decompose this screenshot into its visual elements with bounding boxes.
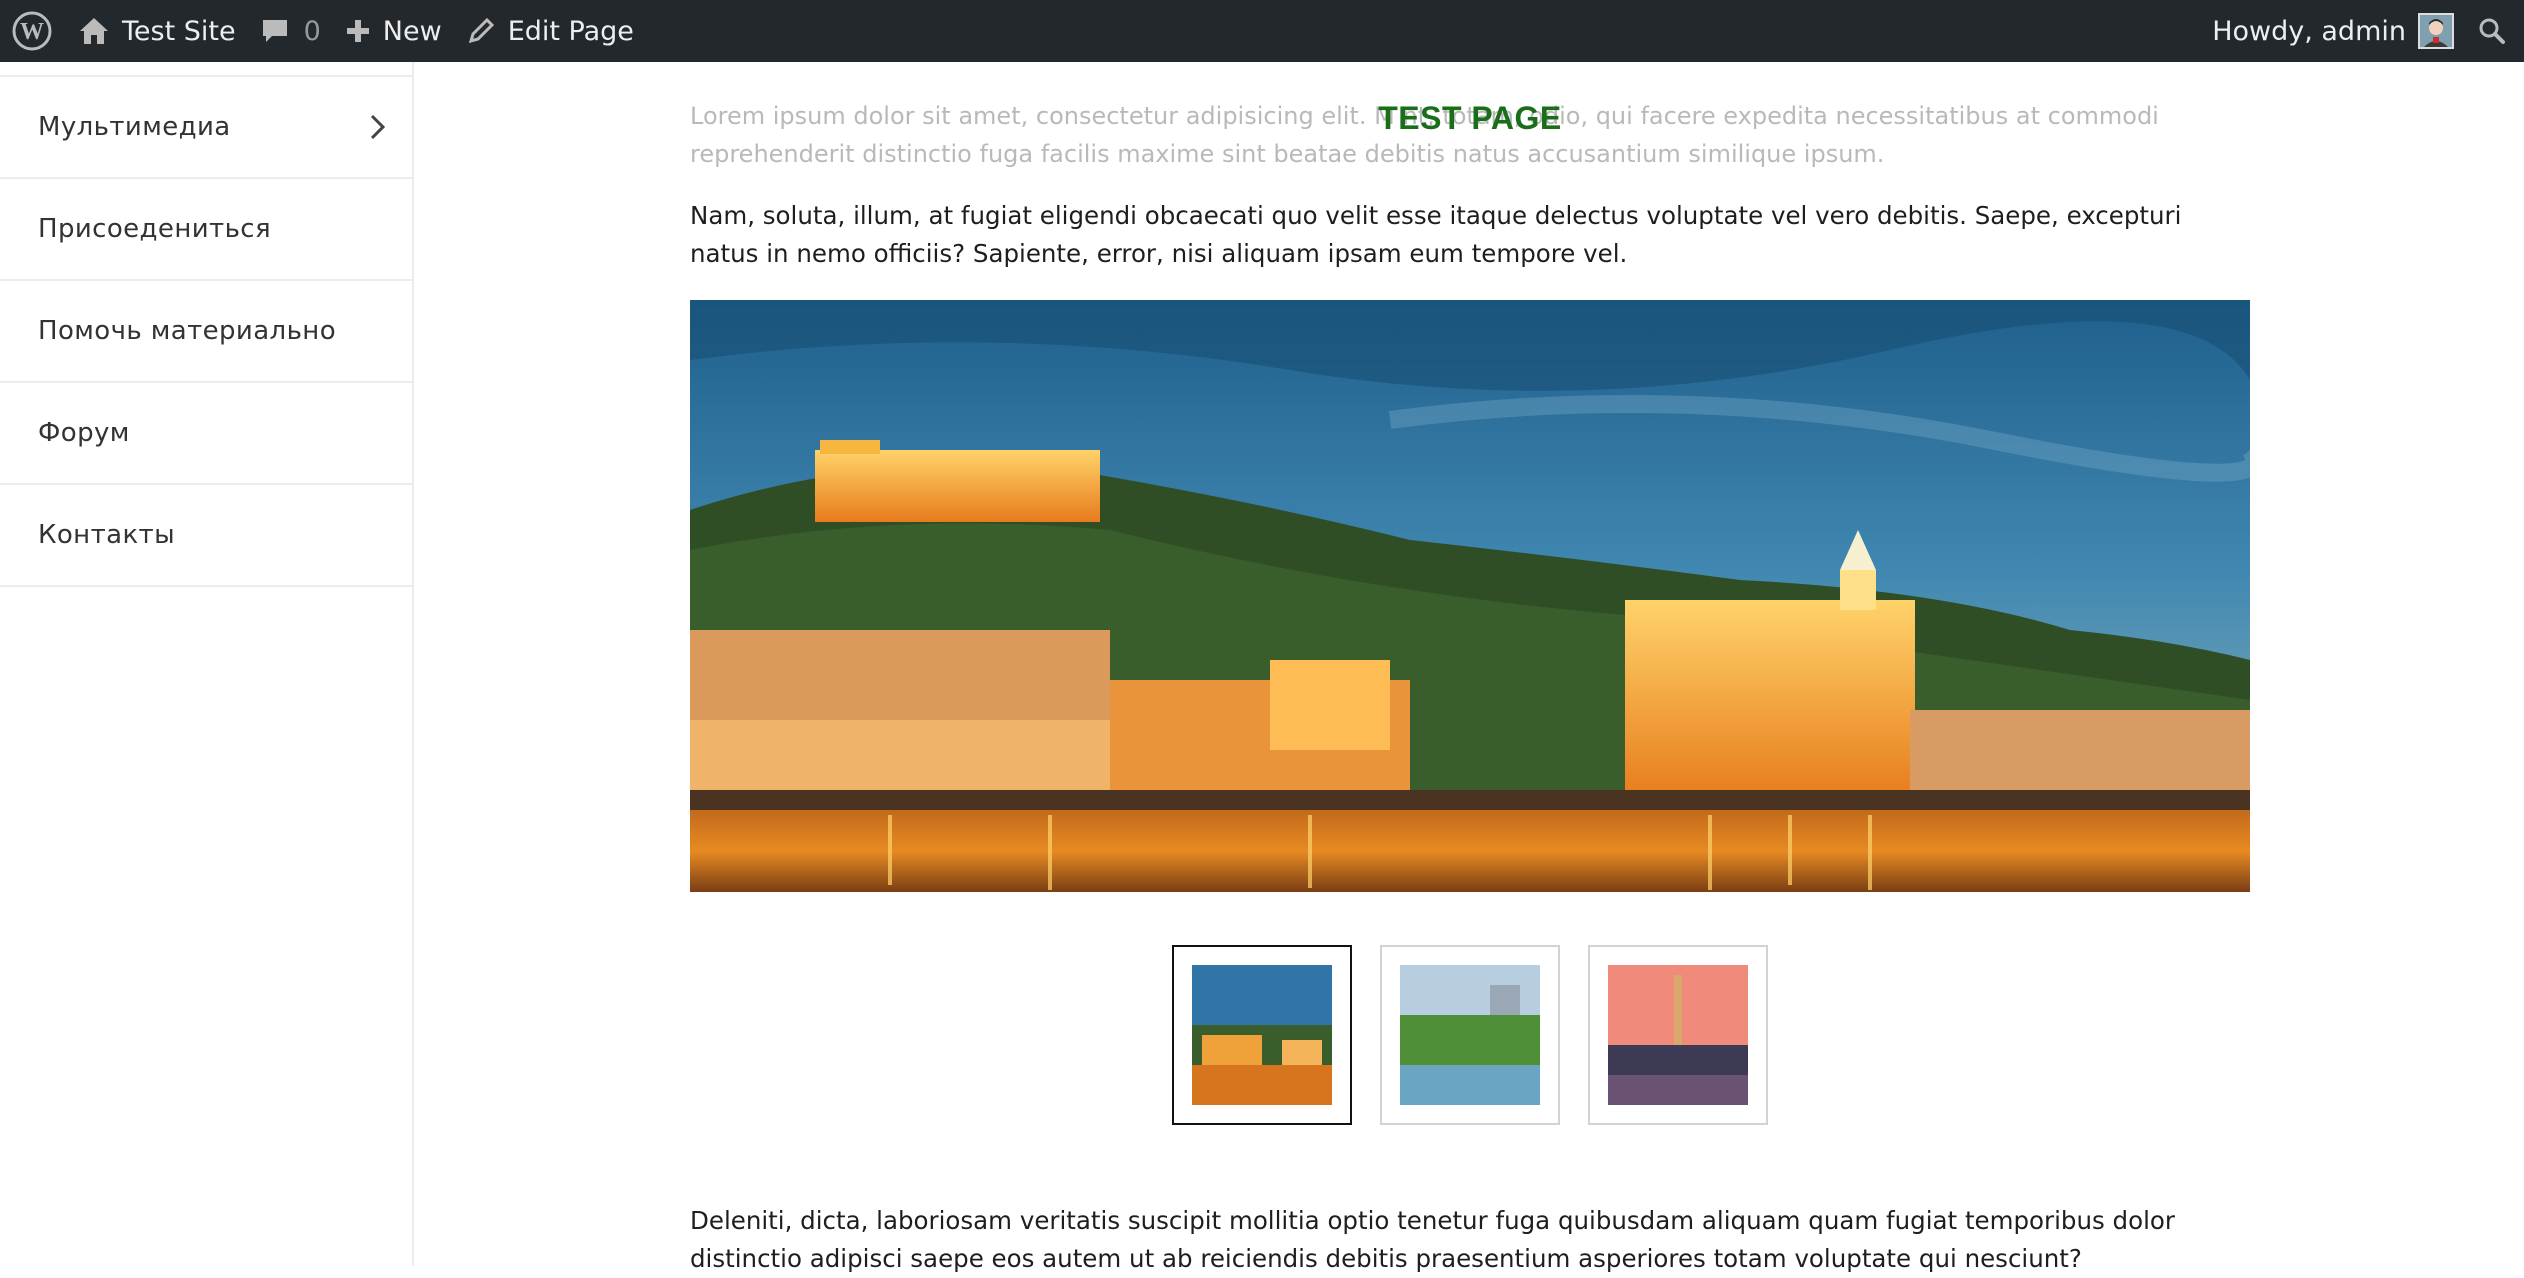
- gallery-main-image[interactable]: [690, 300, 2250, 892]
- sidebar-item-label: Мультимедиа: [38, 112, 231, 142]
- avatar: [2418, 13, 2454, 49]
- new-label: New: [382, 15, 442, 47]
- sidebar-item-label: Форум: [38, 418, 130, 448]
- comments-link[interactable]: 0: [248, 0, 333, 62]
- gallery-thumbnail-1[interactable]: [1172, 945, 1352, 1125]
- edit-page-link[interactable]: Edit Page: [454, 0, 646, 62]
- my-account-menu[interactable]: Howdy, admin: [2200, 0, 2466, 62]
- sidebar-item-label: Контакты: [38, 520, 176, 550]
- edit-page-label: Edit Page: [507, 15, 634, 47]
- new-content-button[interactable]: New: [333, 0, 454, 62]
- admin-bar: W Test Site 0 New Edit Page Howdy, admin: [0, 0, 2524, 62]
- comment-icon: [262, 20, 287, 42]
- wordpress-logo-button[interactable]: W: [0, 0, 66, 62]
- wordpress-icon: W: [12, 11, 52, 51]
- search-icon: [2479, 18, 2505, 44]
- plus-icon: [346, 20, 369, 42]
- gallery-thumbnails: [1172, 945, 1768, 1125]
- home-icon: [80, 18, 108, 44]
- sidebar-item-donate[interactable]: Помочь материально: [0, 281, 412, 383]
- pencil-icon: [468, 17, 494, 44]
- sidebar-item-join[interactable]: Присоедениться: [0, 179, 412, 281]
- menu-divider: [0, 62, 412, 77]
- page-title: TEST PAGE: [1378, 100, 1562, 136]
- howdy-label: Howdy, admin: [2212, 15, 2406, 47]
- svg-text:W: W: [20, 19, 44, 45]
- content-paragraph: Nam, soluta, illum, at fugiat eligendi o…: [690, 201, 2182, 268]
- sidebar-item-label: Помочь материально: [38, 316, 336, 346]
- content-paragraph: Deleniti, dicta, laboriosam veritatis su…: [690, 1206, 2175, 1273]
- site-name: Test Site: [122, 15, 236, 47]
- admin-bar-search-button[interactable]: [2466, 0, 2524, 62]
- sidebar-item-multimedia[interactable]: Мультимедиа: [0, 77, 412, 179]
- sidebar-item-forum[interactable]: Форум: [0, 383, 412, 485]
- gallery-thumbnail-2[interactable]: [1380, 945, 1560, 1125]
- sidebar-item-contacts[interactable]: Контакты: [0, 485, 412, 587]
- sidebar-item-label: Присоедениться: [38, 214, 272, 244]
- gallery-thumbnail-3[interactable]: [1588, 945, 1768, 1125]
- comments-count: 0: [303, 15, 321, 47]
- sidebar-navigation: Мультимедиа Присоедениться Помочь матери…: [0, 62, 414, 1266]
- chevron-right-icon[interactable]: [368, 112, 388, 142]
- site-name-link[interactable]: Test Site: [66, 0, 248, 62]
